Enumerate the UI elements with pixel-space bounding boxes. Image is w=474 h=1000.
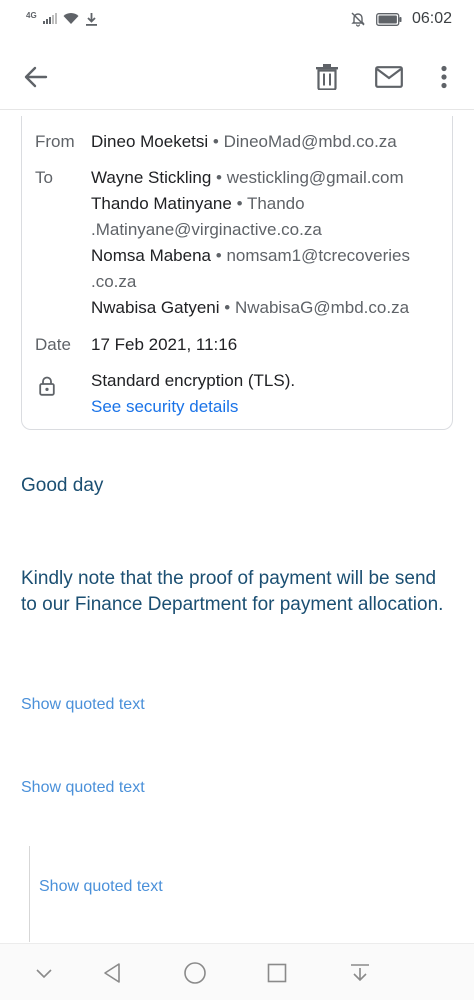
from-value: Dineo Moeketsi • DineoMad@mbd.co.za bbox=[91, 129, 451, 155]
nav-home-button[interactable] bbox=[180, 958, 210, 988]
recipient-item[interactable]: Nomsa Mabena • nomsam1@tcrecoveries .co.… bbox=[91, 243, 451, 295]
encryption-text: Standard encryption (TLS). bbox=[91, 371, 296, 390]
chevron-down-icon bbox=[36, 969, 52, 979]
recipient-item[interactable]: Thando Matinyane • Thando .Matinyane@vir… bbox=[91, 191, 451, 243]
status-left: 4G bbox=[26, 12, 98, 26]
recipient-name: Thando Matinyane bbox=[91, 194, 232, 213]
status-time: 06:02 bbox=[411, 10, 452, 27]
from-label: From bbox=[35, 132, 75, 151]
pull-down-icon bbox=[351, 964, 369, 982]
show-quoted-text-link[interactable]: Show quoted text bbox=[21, 696, 145, 714]
recipient-item[interactable]: Wayne Stickling • westickling@gmail.com bbox=[91, 165, 451, 191]
arrow-back-icon bbox=[24, 66, 48, 88]
message-details-card: From Dineo Moeketsi • DineoMad@mbd.co.za… bbox=[21, 116, 453, 430]
status-right: 06:02 bbox=[350, 10, 452, 28]
more-options-button[interactable] bbox=[424, 57, 464, 97]
separator: • bbox=[212, 132, 219, 151]
delete-button[interactable] bbox=[307, 57, 347, 97]
separator: • bbox=[216, 168, 222, 187]
signal-icon bbox=[42, 13, 57, 24]
show-quoted-text-link[interactable]: Show quoted text bbox=[21, 779, 145, 797]
mail-icon bbox=[375, 66, 403, 88]
nav-back-button[interactable] bbox=[97, 958, 127, 988]
security-details-link[interactable]: See security details bbox=[91, 394, 451, 420]
notifications-off-icon bbox=[351, 12, 365, 27]
quote-indent-bar bbox=[29, 846, 30, 942]
lock-icon bbox=[39, 376, 55, 404]
date-label: Date bbox=[35, 335, 71, 354]
triangle-back-icon bbox=[104, 963, 120, 983]
nav-recents-button[interactable] bbox=[262, 958, 292, 988]
separator: • bbox=[215, 246, 222, 265]
message-text: Kindly note that the proof of payment wi… bbox=[21, 568, 444, 615]
square-recents-icon bbox=[267, 963, 287, 983]
sender-name: Dineo Moeketsi bbox=[91, 132, 209, 151]
back-button[interactable] bbox=[16, 57, 56, 97]
show-quoted-text-link[interactable]: Show quoted text bbox=[39, 878, 163, 896]
separator: • bbox=[236, 194, 243, 213]
recipient-email-continued: .co.za bbox=[91, 272, 137, 291]
more-vert-icon bbox=[441, 65, 447, 89]
trash-icon bbox=[316, 64, 338, 90]
greeting-text: Good day bbox=[21, 475, 104, 496]
recipient-name: Wayne Stickling bbox=[91, 168, 212, 187]
recipient-name: Nwabisa Gatyeni bbox=[91, 298, 220, 317]
recipient-name: Nomsa Mabena bbox=[91, 246, 212, 265]
system-nav-bar bbox=[0, 943, 474, 1000]
recipient-item[interactable]: Nwabisa Gatyeni • NwabisaG@mbd.co.za bbox=[91, 295, 451, 321]
network-type-label: 4G bbox=[26, 11, 37, 20]
recipient-email: westickling@gmail.com bbox=[226, 168, 404, 187]
battery-icon bbox=[376, 12, 402, 26]
recipient-email-continued: .Matinyane@virginactive.co.za bbox=[91, 220, 322, 239]
recipient-email: Thando bbox=[246, 194, 305, 213]
top-toolbar bbox=[0, 44, 474, 110]
recipient-email: nomsam1@tcrecoveries bbox=[226, 246, 410, 265]
date-value: 17 Feb 2021, 11:16 bbox=[91, 335, 238, 354]
encryption-info: Standard encryption (TLS). See security … bbox=[91, 368, 451, 420]
mark-unread-button[interactable] bbox=[369, 57, 409, 97]
sender-email[interactable]: DineoMad@mbd.co.za bbox=[224, 132, 397, 151]
wifi-icon bbox=[63, 13, 79, 24]
circle-home-icon bbox=[184, 962, 206, 984]
to-label: To bbox=[35, 168, 53, 187]
separator: • bbox=[224, 298, 231, 317]
notification-pulldown-button[interactable] bbox=[345, 958, 375, 988]
status-bar: 4G 06:02 bbox=[0, 0, 474, 40]
download-icon bbox=[85, 13, 97, 26]
recipient-list: Wayne Stickling • westickling@gmail.com … bbox=[91, 165, 451, 321]
hide-nav-button[interactable] bbox=[29, 958, 59, 988]
recipient-email: NwabisaG@mbd.co.za bbox=[234, 298, 410, 317]
